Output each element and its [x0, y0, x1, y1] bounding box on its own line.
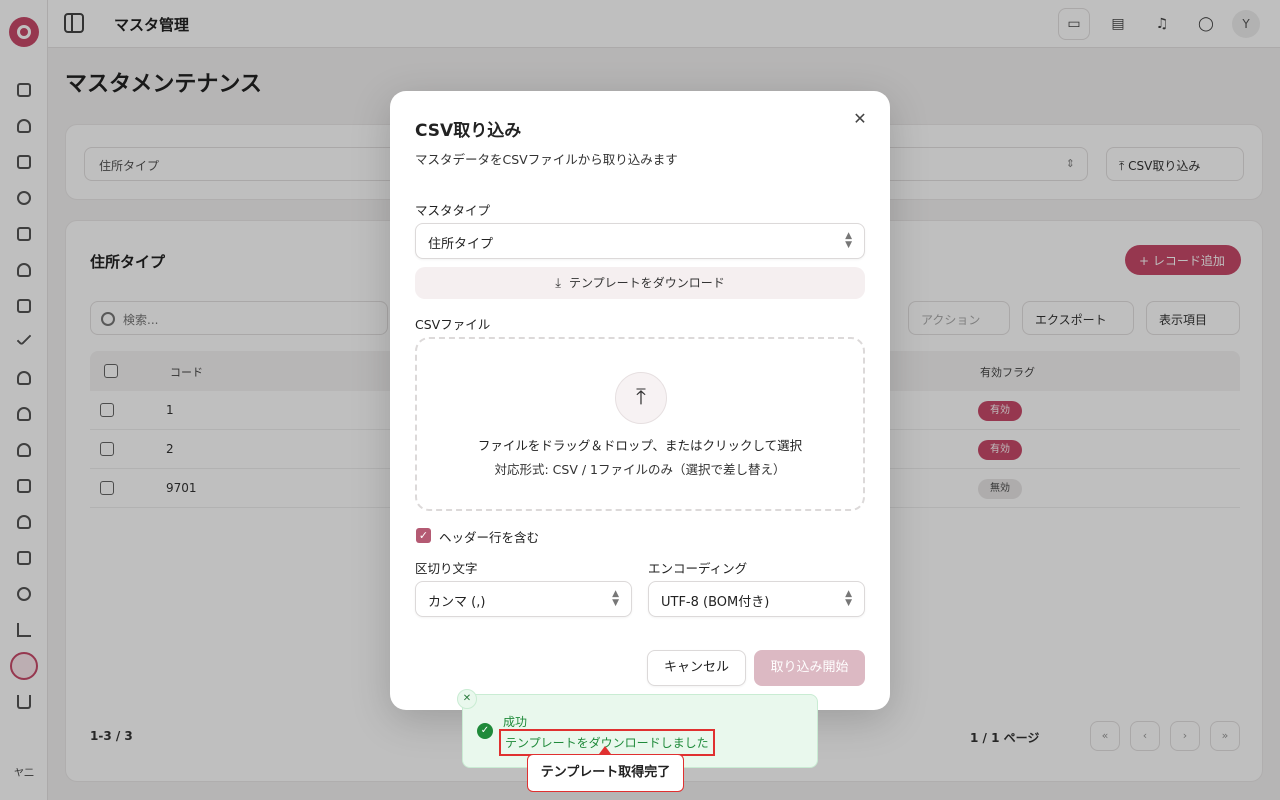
- dialog-description: マスタデータをCSVファイルから取り込みます: [415, 152, 678, 167]
- master-type-value: 住所タイプ: [428, 237, 494, 252]
- file-dropzone[interactable]: ⤒ ファイルをドラッグ＆ドロップ、またはクリックして選択 対応形式: CSV /…: [415, 337, 865, 511]
- header-row-checkbox[interactable]: ✓: [416, 528, 431, 543]
- master-type-label: マスタタイプ: [415, 203, 491, 218]
- template-download-label: テンプレートをダウンロード: [569, 276, 725, 290]
- cancel-button[interactable]: キャンセル: [647, 650, 746, 686]
- toast-close-icon[interactable]: ✕: [457, 689, 477, 709]
- encoding-label: エンコーディング: [648, 561, 748, 576]
- template-download-button[interactable]: ⤓ テンプレートをダウンロード: [415, 267, 865, 299]
- upload-icon: ⤒: [615, 372, 667, 424]
- csv-import-dialog: ✕ CSV取り込み マスタデータをCSVファイルから取り込みます マスタタイプ …: [390, 91, 890, 710]
- master-type-select[interactable]: 住所タイプ ▲ ▼: [415, 223, 865, 259]
- dialog-title: CSV取り込み: [415, 121, 522, 141]
- chevron-updown-icon: ▲ ▼: [845, 231, 852, 250]
- encoding-select[interactable]: UTF-8 (BOM付き) ▲ ▼: [648, 581, 865, 617]
- header-row-label[interactable]: ヘッダー行を含む: [439, 527, 539, 546]
- callout-arrow: [599, 746, 611, 754]
- download-icon: ⤓: [555, 276, 562, 291]
- close-icon[interactable]: ✕: [850, 109, 870, 129]
- chevron-updown-icon: ▲ ▼: [612, 589, 619, 608]
- annotation-callout: テンプレート取得完了: [527, 754, 684, 792]
- dropzone-main-text: ファイルをドラッグ＆ドロップ、またはクリックして選択: [477, 438, 803, 453]
- dropzone-sub-text: 対応形式: CSV / 1ファイルのみ（選択で差し替え）: [494, 462, 786, 477]
- delimiter-value: カンマ (,): [428, 595, 486, 610]
- delimiter-select[interactable]: カンマ (,) ▲ ▼: [415, 581, 632, 617]
- check-circle-icon: ✓: [477, 723, 493, 739]
- csv-file-label: CSVファイル: [415, 317, 491, 332]
- delimiter-label: 区切り文字: [415, 561, 478, 576]
- toast-title: 成功: [503, 715, 528, 729]
- chevron-updown-icon: ▲ ▼: [845, 589, 852, 608]
- start-import-button[interactable]: 取り込み開始: [754, 650, 865, 686]
- encoding-value: UTF-8 (BOM付き): [661, 595, 770, 610]
